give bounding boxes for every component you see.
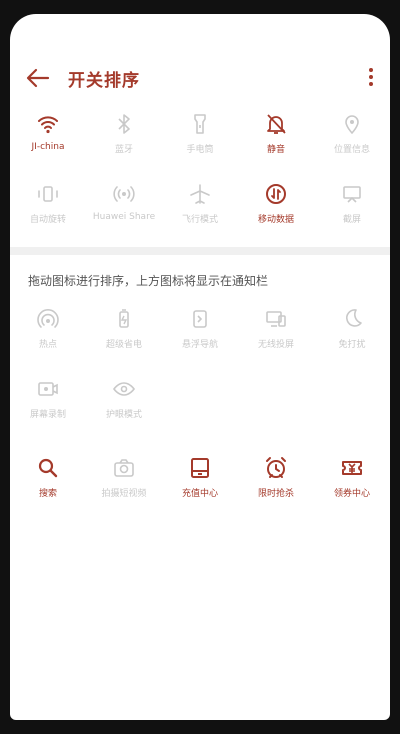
- page-title: 开关排序: [68, 71, 140, 91]
- toggle-label: 静音: [266, 145, 285, 155]
- toggle-eye[interactable]: 护眼模式: [86, 377, 162, 439]
- flashlight-icon: [188, 112, 212, 136]
- location-icon: [340, 112, 364, 136]
- toggle-share[interactable]: Huawei Share: [86, 182, 162, 244]
- toggle-label: 领券中心: [333, 489, 370, 499]
- airplane-icon: [188, 182, 212, 206]
- toggle-label: 截屏: [342, 215, 361, 225]
- toggle-moon[interactable]: 免打扰: [314, 307, 390, 369]
- alarm-clock-icon: [264, 456, 288, 480]
- toggle-alarm-clock[interactable]: 限时抢杀: [238, 456, 314, 518]
- toggle-label: 飞行模式: [181, 215, 218, 225]
- mobile-data-icon: [264, 182, 288, 206]
- toggle-label: 限时抢杀: [257, 489, 294, 499]
- toggle-cast[interactable]: 无线投屏: [238, 307, 314, 369]
- toggle-bluetooth[interactable]: 蓝牙: [86, 112, 162, 174]
- shortcut-toggles-grid: 搜索 拍摄短视频 充值中心 限时抢杀 领券中心: [10, 456, 390, 526]
- toggle-battery[interactable]: 超级省电: [86, 307, 162, 369]
- coupon-icon: [340, 456, 364, 480]
- phone-frame: 开关排序 JI-china 蓝牙 手电筒 静音 位置信息自动旋转 Huawei Share…: [0, 0, 400, 734]
- toggle-label: 移动数据: [257, 215, 294, 225]
- toggle-recharge[interactable]: 充值中心: [162, 456, 238, 518]
- record-icon: [36, 377, 60, 401]
- toggle-bell-off[interactable]: 静音: [238, 112, 314, 174]
- toggle-label: 悬浮导航: [181, 340, 218, 350]
- notification-toggles-grid: JI-china 蓝牙 手电筒 静音 位置信息自动旋转 Huawei Share 飞行模式 移…: [10, 112, 390, 242]
- toggle-screenshot[interactable]: 截屏: [314, 182, 390, 244]
- bell-off-icon: [264, 112, 288, 136]
- toggle-label: 充值中心: [181, 489, 218, 499]
- header: 开关排序: [10, 58, 390, 94]
- toggle-label: 位置信息: [333, 145, 370, 155]
- share-icon: [112, 182, 136, 206]
- other-toggles-grid: 热点 超级省电 悬浮导航 无线投屏 免打扰屏幕录制 护眼模式: [10, 307, 390, 447]
- toggle-hotspot[interactable]: 热点: [10, 307, 86, 369]
- toggle-label: 无线投屏: [257, 340, 294, 350]
- section-divider: [10, 247, 390, 255]
- toggle-wifi[interactable]: JI-china: [10, 112, 86, 174]
- toggle-label: 搜索: [38, 489, 57, 499]
- wifi-icon: [36, 112, 60, 136]
- toggle-label: 蓝牙: [114, 145, 133, 155]
- toggle-location[interactable]: 位置信息: [314, 112, 390, 174]
- toggle-label: 热点: [38, 340, 57, 350]
- screen: 开关排序 JI-china 蓝牙 手电筒 静音 位置信息自动旋转 Huawei Share…: [10, 14, 390, 720]
- toggle-label: Huawei Share: [92, 212, 156, 222]
- search-icon: [36, 456, 60, 480]
- toggle-label: 免打扰: [338, 340, 366, 350]
- back-arrow-icon[interactable]: [26, 68, 50, 88]
- toggle-record[interactable]: 屏幕录制: [10, 377, 86, 439]
- hotspot-icon: [36, 307, 60, 331]
- moon-icon: [340, 307, 364, 331]
- sort-hint: 拖动图标进行排序，上方图标将显示在通知栏: [28, 274, 269, 288]
- toggle-label: 超级省电: [105, 340, 142, 350]
- toggle-flashlight[interactable]: 手电筒: [162, 112, 238, 174]
- recharge-icon: [188, 456, 212, 480]
- screenshot-icon: [340, 182, 364, 206]
- camera-icon: [112, 456, 136, 480]
- toggle-label: 拍摄短视频: [101, 489, 147, 499]
- toggle-float-nav[interactable]: 悬浮导航: [162, 307, 238, 369]
- toggle-label: 自动旋转: [29, 215, 66, 225]
- toggle-airplane[interactable]: 飞行模式: [162, 182, 238, 244]
- toggle-camera[interactable]: 拍摄短视频: [86, 456, 162, 518]
- toggle-search[interactable]: 搜索: [10, 456, 86, 518]
- toggle-label: JI-china: [31, 142, 65, 152]
- bluetooth-icon: [112, 112, 136, 136]
- rotate-icon: [36, 182, 60, 206]
- battery-icon: [112, 307, 136, 331]
- toggle-label: 护眼模式: [105, 410, 142, 420]
- toggle-label: 屏幕录制: [29, 410, 66, 420]
- toggle-rotate[interactable]: 自动旋转: [10, 182, 86, 244]
- more-menu-icon[interactable]: [366, 66, 376, 88]
- float-nav-icon: [188, 307, 212, 331]
- cast-icon: [264, 307, 288, 331]
- toggle-coupon[interactable]: 领券中心: [314, 456, 390, 518]
- toggle-label: 手电筒: [186, 145, 214, 155]
- eye-icon: [112, 377, 136, 401]
- toggle-mobile-data[interactable]: 移动数据: [238, 182, 314, 244]
- status-bar: [10, 14, 390, 54]
